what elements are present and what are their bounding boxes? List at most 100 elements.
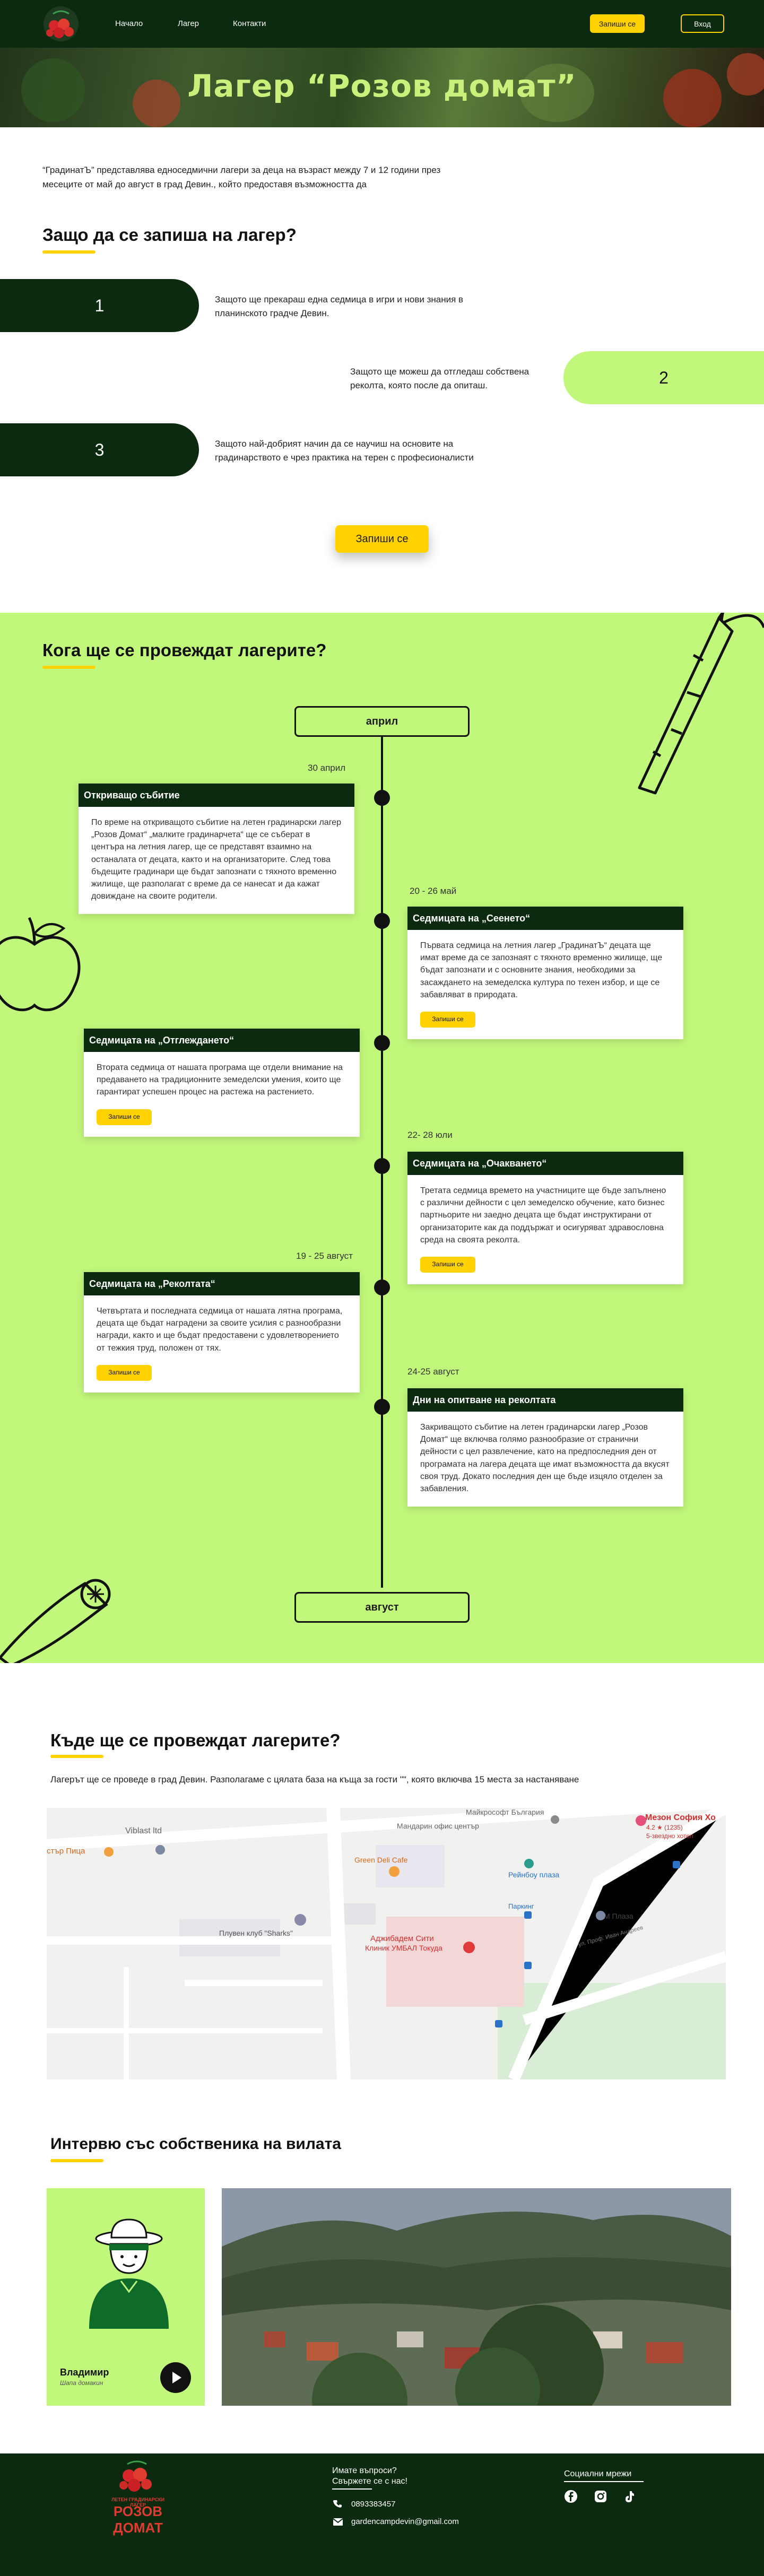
location-text: Лагерът ще се проведе в град Девин. Разп… (50, 1774, 579, 1785)
map-label: Мандарин офис център (397, 1822, 479, 1830)
event-description: Втората седмица от нашата програма ще от… (97, 1063, 343, 1097)
why-section-title: Защо да се запиша на лагер? (42, 225, 297, 245)
timeline-section: Кога ще се провеждат лагерите? април авг… (0, 613, 764, 1663)
map-label: стър Пица (47, 1847, 85, 1856)
map-label: Паркинг (508, 1902, 534, 1910)
hero-title: Лагер “Розов домат” (187, 68, 577, 104)
questions-title: Имате въпроси? (332, 2466, 397, 2475)
event-card: Седмицата на „Реколтата“ Четвъртата и по… (84, 1272, 360, 1393)
signup-button[interactable]: Запиши се (590, 14, 645, 33)
title-underline (50, 1755, 103, 1758)
map-label: Viblast ltd (125, 1826, 162, 1835)
tomato-logo-icon[interactable] (42, 6, 80, 41)
reason-number: 2 (563, 351, 764, 404)
phone-icon (333, 2500, 342, 2508)
event-description: Първата седмица на летния лагер „Градина… (420, 941, 663, 999)
tomato-logo-icon (119, 2460, 152, 2492)
event-title: Откриващо събитие (79, 784, 354, 807)
map-label: Майкрософт България (466, 1808, 544, 1816)
interview-host-card: Владимир Шапа домакин (47, 2188, 205, 2406)
footer-divider (332, 2488, 372, 2490)
interview-title: Интервю със собственика на вилата (50, 2135, 341, 2153)
title-underline (42, 666, 96, 669)
nav-home[interactable]: Начало (115, 19, 143, 28)
timeline-dot (374, 1158, 390, 1174)
nav-camp[interactable]: Лагер (178, 19, 199, 28)
hospital-pin-icon (463, 1942, 475, 1953)
cucumber-icon (0, 1579, 111, 1663)
reason-text: Защото най-добрият начин да се научиш на… (215, 439, 474, 463)
event-card: Откриващо събитие По време на откриващот… (79, 784, 354, 915)
location-map[interactable]: Viblast ltd стър Пица Майкрософт Българи… (47, 1808, 726, 2079)
timeline-title: Кога ще се провеждат лагерите? (42, 640, 327, 660)
signup-button[interactable]: Запиши се (420, 1011, 475, 1028)
tiktok-icon[interactable] (622, 2490, 636, 2503)
location-title: Къде ще се провеждат лагерите? (50, 1730, 341, 1750)
intro-text: “ГрадинатЪ” представлява едноседмични ла… (42, 165, 441, 190)
bus-stop-icon (524, 1911, 532, 1919)
bus-stop-icon (495, 2020, 502, 2027)
timeline-dot (374, 1035, 390, 1051)
signup-button[interactable]: Запиши се (420, 1256, 475, 1273)
event-description: Закриващото събитие на летен градинарски… (420, 1423, 670, 1493)
reason-number: 3 (0, 423, 199, 476)
map-pin-icon (155, 1845, 165, 1855)
map-pin-icon (551, 1815, 559, 1824)
event-date: 20 - 26 май (410, 886, 457, 896)
map-label: Green Deli Cafe (354, 1856, 408, 1864)
event-description: Четвъртата и последната седмица от нашат… (97, 1307, 343, 1353)
site-footer: ЛЕТЕН ГРАДИНАРСКИ ЛАГЕР РОЗОВ ДОМАТ Имат… (0, 2453, 764, 2576)
footer-divider (564, 2481, 644, 2482)
hero-banner: Лагер “Розов домат” (0, 48, 764, 127)
event-title: Дни на опитване на реколтата (407, 1388, 683, 1412)
timeline-dot (374, 1280, 390, 1295)
signup-button[interactable]: Запиши се (97, 1109, 152, 1125)
event-card: Седмицата на „Отглеждането“ Втората седм… (84, 1029, 360, 1137)
host-role: Шапа домакин (60, 2379, 103, 2387)
event-card: Седмицата на „Очакването“ Третата седмиц… (407, 1152, 683, 1284)
map-label: М Плаза (604, 1912, 633, 1920)
map-label: Аджибадем Сити (370, 1934, 434, 1943)
footer-logo-name: РОЗОВ ДОМАТ (113, 2503, 163, 2536)
timeline-dot (374, 790, 390, 806)
village-landscape (222, 2188, 731, 2406)
event-title: Седмицата на „Реколтата“ (84, 1272, 360, 1295)
questions-subtitle: Свържете се с нас! (332, 2477, 407, 2486)
timeline-dot (374, 1399, 390, 1415)
event-date: 22- 28 юли (407, 1130, 453, 1140)
bus-stop-icon (524, 1962, 532, 1969)
email-icon (333, 2518, 343, 2526)
map-label: 4.2 ★ (1235) (646, 1824, 683, 1831)
event-description: Третата седмица времето на участниците щ… (420, 1186, 666, 1245)
event-date: 19 - 25 август (296, 1251, 353, 1261)
play-button[interactable] (160, 2362, 191, 2393)
footer-phone[interactable]: 0893383457 (351, 2500, 395, 2509)
map-label: Мезон София Хо (645, 1813, 716, 1822)
signup-button[interactable]: Запиши се (97, 1364, 152, 1381)
facebook-icon[interactable] (564, 2490, 578, 2503)
site-header: Начало Лагер Контакти Запиши се Вход (0, 0, 764, 48)
map-pin-icon (104, 1847, 114, 1857)
nav-contacts[interactable]: Контакти (233, 19, 266, 28)
map-pin-icon (596, 1911, 605, 1920)
event-title: Седмицата на „Очакването“ (407, 1152, 683, 1175)
instagram-icon[interactable] (594, 2490, 607, 2503)
event-card: Седмицата на „Сеенето“ Първата седмица н… (407, 907, 683, 1039)
title-underline (50, 2159, 103, 2162)
village-photo (222, 2188, 731, 2406)
map-pin-icon (636, 1815, 646, 1826)
carrot-icon (638, 613, 764, 795)
apple-icon (0, 917, 81, 1012)
event-description: По време на откриващото събитие на летен… (91, 818, 341, 901)
login-button[interactable]: Вход (681, 14, 724, 33)
signup-button[interactable]: Запиши се (335, 525, 429, 553)
host-name: Владимир (60, 2367, 109, 2378)
footer-email[interactable]: gardencampdevin@gmail.com (351, 2517, 459, 2526)
host-avatar-icon (89, 2218, 169, 2329)
map-pin-icon (294, 1914, 306, 1926)
timeline-start-label: април (294, 706, 470, 737)
map-pin-icon (524, 1859, 534, 1868)
map-label: Рейнбоу плаза (508, 1870, 560, 1879)
event-card: Дни на опитване на реколтата Закриващото… (407, 1388, 683, 1507)
event-title: Седмицата на „Отглеждането“ (84, 1029, 360, 1052)
